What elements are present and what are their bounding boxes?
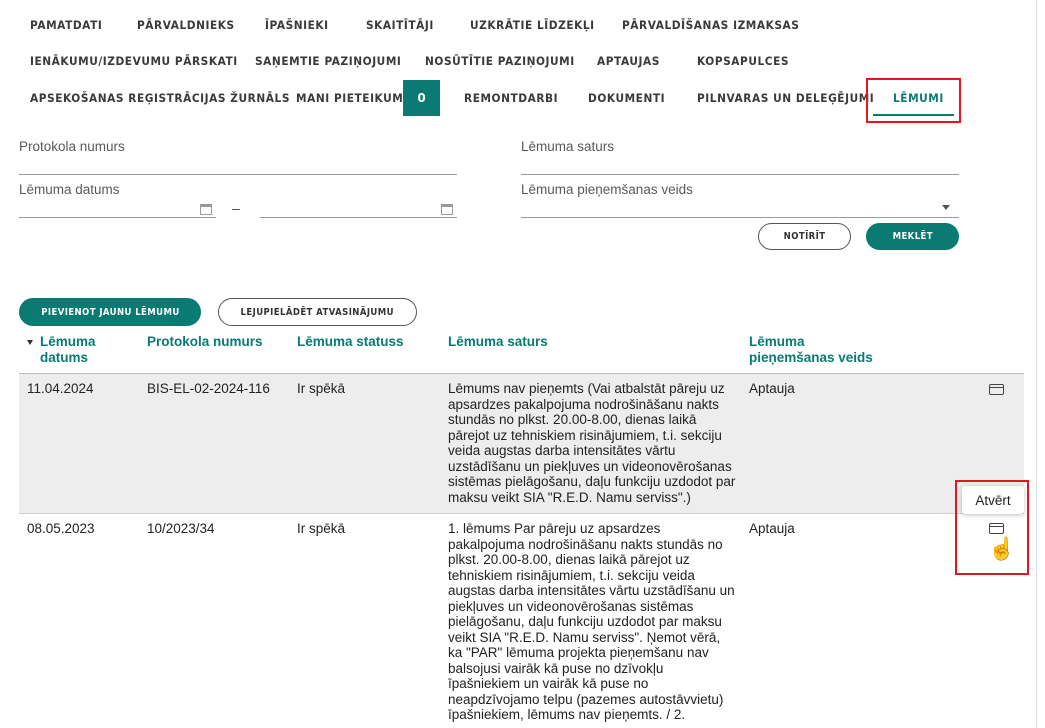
download-button[interactable]: Lejupielādēt atvasinājumu [218, 298, 417, 326]
scroll-divider [1036, 0, 1037, 728]
row-datums: 08.05.2023 [27, 521, 95, 536]
nav-parvaldisanas-izmaksas[interactable]: Pārvaldīšanas izmaksas [622, 18, 799, 32]
protokola-numurs-label: Protokola numurs [19, 139, 125, 154]
lemuma-datums-label: Lēmuma datums [19, 182, 120, 197]
nav-mani-pieteikumi[interactable]: Mani pieteikumi [296, 91, 408, 105]
pienemsanas-veids-select[interactable] [521, 217, 959, 218]
protokola-numurs-input[interactable] [19, 174, 457, 175]
search-button[interactable]: Meklēt [866, 223, 959, 250]
header-lemuma-datums[interactable]: Lēmuma datums [40, 334, 120, 366]
header-lemuma-statuss[interactable]: Lēmuma statuss [297, 334, 404, 350]
chevron-down-icon[interactable] [942, 205, 950, 210]
pienemsanas-veids-label: Lēmuma pieņemšanas veids [521, 182, 693, 197]
nav-remontdarbi[interactable]: Remontdarbi [464, 91, 558, 105]
row-statuss: Ir spēkā [297, 521, 346, 536]
row-veids: Aptauja [749, 521, 795, 536]
row-divider [19, 513, 1024, 514]
date-range-separator: – [232, 200, 240, 216]
active-tab-underline [873, 114, 954, 116]
nav-dokumenti[interactable]: Dokumenti [588, 91, 665, 105]
lemuma-saturs-input[interactable] [521, 174, 959, 175]
row-saturs: Lēmums nav pieņemts (Vai atbalstāt pārej… [448, 381, 736, 505]
header-protokola-numurs[interactable]: Protokola numurs [147, 334, 263, 350]
nav-aptaujas[interactable]: Aptaujas [597, 54, 660, 68]
nav-lemumi[interactable]: Lēmumi [893, 91, 944, 105]
row-veids: Aptauja [749, 381, 795, 396]
date-to-input[interactable] [260, 217, 457, 218]
row-protokols: 10/2023/34 [147, 521, 215, 536]
calendar-icon[interactable] [441, 204, 453, 215]
nav-pilnvaras-un-delegejumi[interactable]: Pilnvaras un deleģējumi [697, 91, 874, 105]
nav-ienakumu-izdevumu-parskati[interactable]: Ienākumu/izdevumu pārskati [30, 54, 238, 68]
nav-nosutitie-pazinojumi[interactable]: Nosūtītie paziņojumi [425, 54, 575, 68]
clear-button[interactable]: Notīrīt [758, 223, 851, 250]
nav-parvaldnieks[interactable]: Pārvaldnieks [137, 18, 235, 32]
mani-pieteikumi-count-badge[interactable]: 0 [403, 80, 440, 116]
row-saturs: 1. lēmums Par pāreju uz apsardzes pakalp… [448, 521, 735, 722]
lemuma-saturs-label: Lēmuma saturs [521, 139, 615, 154]
add-decision-button[interactable]: Pievienot jaunu lēmumu [19, 298, 201, 326]
nav-skaititaji[interactable]: Skaitītāji [366, 18, 434, 32]
nav-sanemtie-pazinojumi[interactable]: Saņemtie paziņojumi [255, 54, 401, 68]
nav-ipasnieki[interactable]: Īpašnieki [265, 18, 329, 32]
calendar-icon[interactable] [200, 204, 212, 215]
row-datums: 11.04.2024 [27, 381, 94, 396]
nav-apsekosanas-zurnals[interactable]: Apsekošanas reģistrācijas žurnāls [30, 91, 290, 105]
sort-desc-icon[interactable] [27, 340, 33, 345]
folder-open-icon[interactable] [989, 384, 1004, 395]
header-pienemsanas-veids[interactable]: Lēmuma pieņemšanas veids [749, 334, 889, 366]
date-from-input[interactable] [19, 217, 216, 218]
row-statuss: Ir spēkā [297, 381, 346, 396]
nav-uzkratie-lidzekli[interactable]: Uzkrātie līdzekļi [470, 18, 595, 32]
nav-pamatdati[interactable]: Pamatdati [30, 18, 102, 32]
nav-kopsapulces[interactable]: Kopsapulces [697, 54, 789, 68]
row-protokols: BIS-EL-02-2024-116 [147, 381, 270, 396]
header-lemuma-saturs[interactable]: Lēmuma saturs [448, 334, 548, 350]
hand-cursor-icon: ☝ [988, 536, 1016, 561]
page: Pamatdati Pārvaldnieks Īpašnieki Skaitīt… [0, 0, 1045, 728]
